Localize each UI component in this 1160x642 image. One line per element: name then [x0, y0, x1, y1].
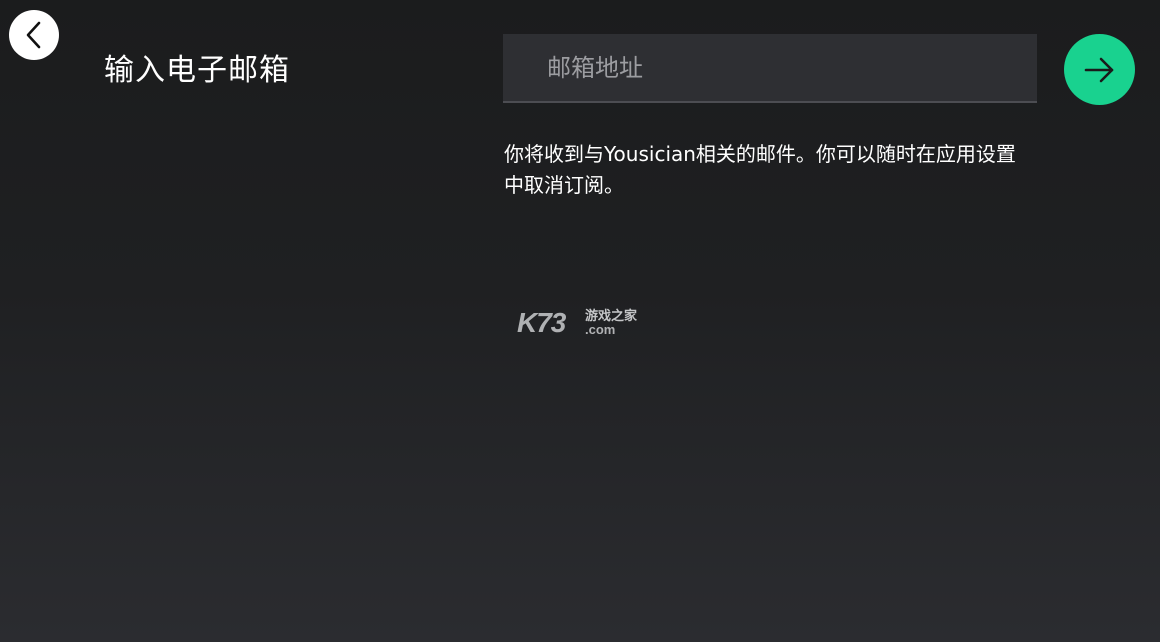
- chevron-left-icon: [22, 21, 46, 49]
- back-button[interactable]: [9, 10, 59, 60]
- submit-button[interactable]: [1064, 34, 1135, 105]
- email-field-container[interactable]: [503, 34, 1037, 103]
- email-field[interactable]: [503, 34, 1037, 101]
- consent-text: 你将收到与Yousician相关的邮件。你可以随时在应用设置中取消订阅。: [504, 142, 1016, 197]
- watermark-domain: .com: [585, 322, 615, 337]
- arrow-right-icon: [1084, 57, 1116, 83]
- watermark-logo: K73 游戏之家 .com: [517, 304, 647, 340]
- watermark-logo-text: K73: [517, 307, 567, 338]
- page-title: 输入电子邮箱: [104, 53, 290, 88]
